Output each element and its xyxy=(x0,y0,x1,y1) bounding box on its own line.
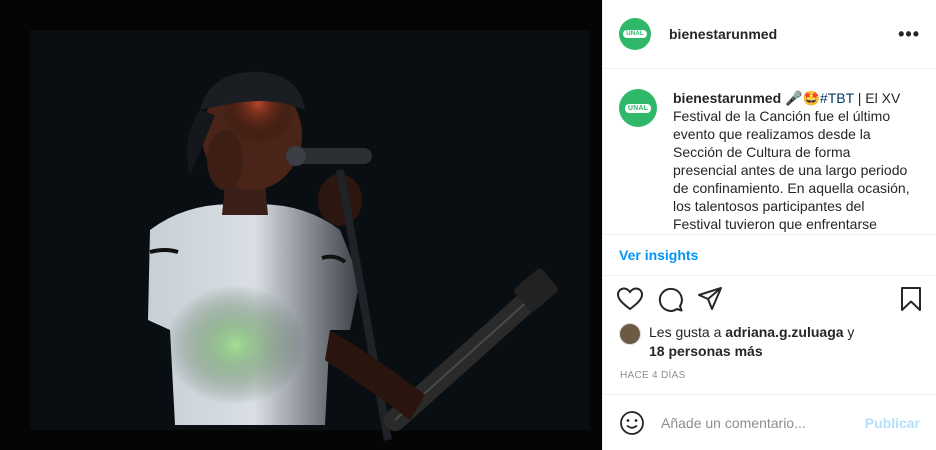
instagram-post: UNAL bienestarunmed ••• UNAL bienestarun… xyxy=(0,0,936,450)
share-icon[interactable] xyxy=(697,286,723,312)
insights-link[interactable]: Ver insights xyxy=(603,233,936,276)
profile-avatar[interactable]: UNAL xyxy=(619,18,651,51)
likes-text: Les gusta a adriana.g.zuluaga y 18 perso… xyxy=(649,323,854,361)
caption-text: bienestarunmed 🎤🤩#TBT | El XV Festival d… xyxy=(673,89,913,234)
emoji-icon[interactable] xyxy=(619,410,645,436)
heart-icon[interactable] xyxy=(617,287,643,311)
caption-block: UNAL bienestarunmed 🎤🤩#TBT | El XV Festi… xyxy=(603,69,936,234)
username-link[interactable]: bienestarunmed xyxy=(669,26,777,42)
caption-body: | El XV Festival de la Canción fue el úl… xyxy=(673,90,910,233)
likes-summary: Les gusta a adriana.g.zuluaga y 18 perso… xyxy=(603,322,936,361)
liker-username[interactable]: adriana.g.zuluaga xyxy=(725,324,843,340)
post-header: UNAL bienestarunmed ••• xyxy=(603,0,936,70)
comment-box: Añade un comentario... Publicar xyxy=(603,394,936,450)
caption-username[interactable]: bienestarunmed xyxy=(673,90,781,106)
comment-input[interactable]: Añade un comentario... xyxy=(661,415,806,431)
post-timestamp[interactable]: HACE 4 DÍAS xyxy=(603,361,936,394)
avatar-logo-text: UNAL xyxy=(623,30,647,39)
action-bar xyxy=(603,276,936,323)
singer-photo xyxy=(0,0,602,450)
caption-emoji: 🎤🤩 xyxy=(785,90,820,107)
likes-middle: y xyxy=(843,323,855,340)
bookmark-icon[interactable] xyxy=(900,286,922,312)
more-options-icon[interactable]: ••• xyxy=(898,24,920,45)
post-photo[interactable] xyxy=(0,0,602,450)
caption-avatar-logo-text: UNAL xyxy=(624,103,652,113)
caption-avatar[interactable]: UNAL xyxy=(619,89,657,128)
likes-others-link[interactable]: 18 personas más xyxy=(649,343,763,359)
hashtag-link[interactable]: #TBT xyxy=(820,90,854,106)
post-sidebar: UNAL bienestarunmed ••• UNAL bienestarun… xyxy=(602,0,936,450)
publish-button[interactable]: Publicar xyxy=(865,415,920,431)
likes-prefix: Les gusta a xyxy=(649,323,726,340)
liker-avatar[interactable] xyxy=(619,322,641,345)
comment-icon[interactable] xyxy=(657,286,683,313)
